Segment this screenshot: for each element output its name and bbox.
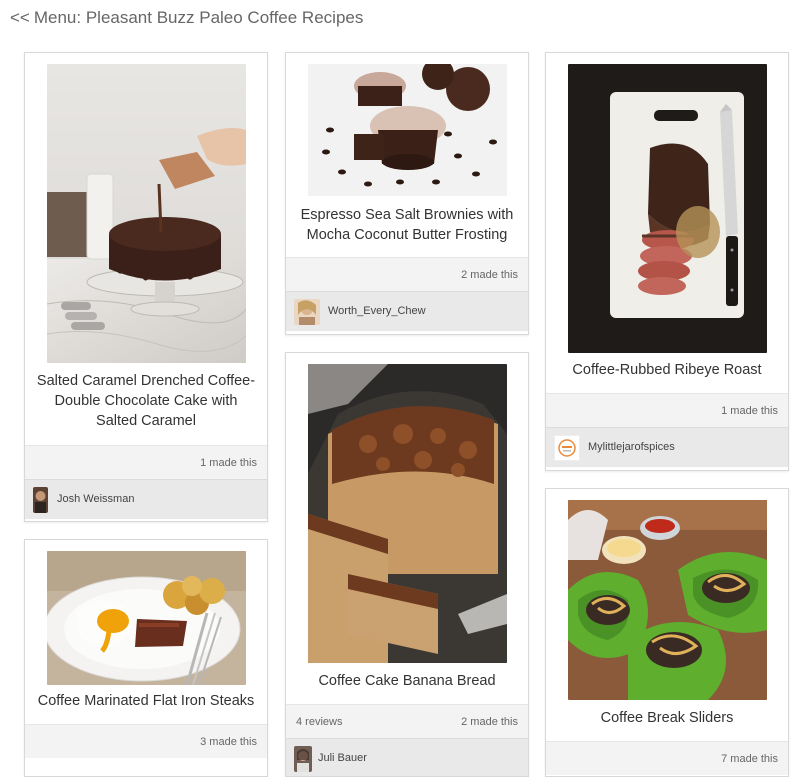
made-this-count: 3 made this	[200, 736, 257, 748]
made-this-count: 2 made this	[461, 716, 518, 728]
recipe-stats-bar: 3 made this	[25, 724, 267, 758]
recipe-title[interactable]: Coffee Break Sliders	[554, 708, 780, 728]
recipe-stats-bar: 4 reviews 2 made this	[286, 704, 528, 738]
author-name: Worth_Every_Chew	[328, 305, 426, 317]
recipe-card[interactable]: Salted Caramel Drenched Coffee-Double Ch…	[24, 52, 268, 522]
ribeye-roast-photo[interactable]	[568, 64, 767, 353]
made-this-count: 7 made this	[721, 753, 778, 765]
chocolate-cake-photo[interactable]	[47, 64, 246, 363]
author-avatar	[554, 435, 580, 461]
made-this-count: 2 made this	[461, 269, 518, 281]
made-this-count: 1 made this	[200, 457, 257, 469]
author-name: Josh Weissman	[57, 493, 135, 505]
recipe-card[interactable]: Coffee Cake Banana Bread 4 reviews 2 mad…	[285, 352, 529, 777]
author-name: Juli Bauer	[318, 752, 367, 764]
author-bar[interactable]: Worth_Every_Chew	[286, 291, 528, 331]
recipe-card[interactable]: Coffee Break Sliders 7 made this	[545, 488, 789, 777]
author-avatar	[294, 746, 312, 772]
recipe-stats-bar: 2 made this	[286, 257, 528, 291]
brownies-photo[interactable]	[308, 64, 507, 196]
back-chevron-icon: <<	[10, 8, 30, 27]
review-count[interactable]: 4 reviews	[296, 716, 342, 728]
author-avatar	[294, 299, 320, 325]
banana-bread-photo[interactable]	[308, 364, 507, 663]
recipe-stats-bar: 1 made this	[25, 445, 267, 479]
steak-egg-photo[interactable]	[47, 551, 246, 685]
recipe-title[interactable]: Coffee Marinated Flat Iron Steaks	[33, 691, 259, 711]
recipe-card[interactable]: Coffee Marinated Flat Iron Steaks 3 made…	[24, 539, 268, 777]
author-bar[interactable]: Mylittlejarofspices	[546, 427, 788, 467]
back-to-menu-link[interactable]: << Menu: Pleasant Buzz Paleo Coffee Recip…	[10, 8, 363, 28]
recipe-title[interactable]: Espresso Sea Salt Brownies with Mocha Co…	[294, 205, 520, 245]
sliders-photo[interactable]	[568, 500, 767, 700]
recipe-stats-bar: 1 made this	[546, 393, 788, 427]
page-title: Menu: Pleasant Buzz Paleo Coffee Recipes	[33, 8, 364, 27]
author-avatar	[33, 487, 48, 513]
recipe-card[interactable]: Coffee-Rubbed Ribeye Roast 1 made this M…	[545, 52, 789, 471]
recipe-title[interactable]: Salted Caramel Drenched Coffee-Double Ch…	[33, 371, 259, 431]
recipe-title[interactable]: Coffee Cake Banana Bread	[294, 671, 520, 691]
author-bar[interactable]: Juli Bauer	[286, 738, 528, 776]
recipe-card[interactable]: Espresso Sea Salt Brownies with Mocha Co…	[285, 52, 529, 335]
recipe-title[interactable]: Coffee-Rubbed Ribeye Roast	[554, 360, 780, 380]
recipe-stats-bar: 7 made this	[546, 741, 788, 775]
author-bar[interactable]: Josh Weissman	[25, 479, 267, 519]
author-name: Mylittlejarofspices	[588, 441, 675, 453]
made-this-count: 1 made this	[721, 405, 778, 417]
